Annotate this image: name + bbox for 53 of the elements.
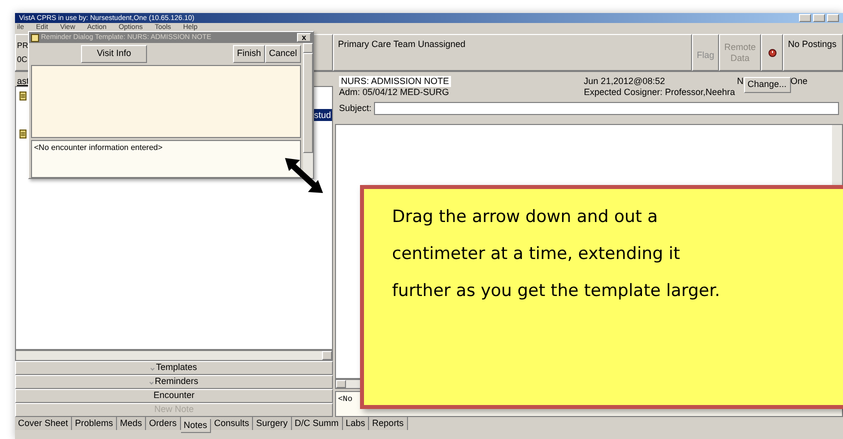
minimize-button[interactable] — [799, 14, 811, 22]
tab[interactable]: Meds — [117, 417, 146, 430]
notebook-icon — [19, 91, 27, 101]
expand-icon — [149, 380, 154, 384]
team-label: Primary Care Team Unassigned — [338, 39, 466, 49]
tab[interactable]: Notes — [180, 419, 212, 433]
horizontal-scrollbar[interactable] — [15, 350, 333, 361]
subject-field[interactable] — [374, 102, 839, 116]
vertical-scrollbar[interactable] — [303, 43, 313, 178]
tab[interactable]: Labs — [342, 417, 370, 430]
tab[interactable]: Cover Sheet — [15, 417, 72, 430]
note-title: NURS: ADMISSION NOTE — [339, 76, 452, 87]
tab[interactable]: Orders — [146, 417, 181, 430]
pane-button[interactable]: Reminders — [15, 375, 333, 389]
encounter-text: <No — [338, 395, 352, 404]
patient-text: 0C — [17, 54, 28, 66]
subject-label: Subject: — [339, 102, 372, 115]
tab[interactable]: Reports — [369, 417, 408, 430]
encounter-text: <No encounter information entered> — [34, 143, 163, 152]
scroll-right-button[interactable] — [322, 351, 332, 360]
template-area[interactable] — [31, 65, 301, 138]
scroll-left-button[interactable] — [336, 380, 346, 388]
author-text: N — [737, 76, 744, 87]
tab[interactable]: Consults — [211, 417, 254, 430]
tab[interactable]: D/C Summ — [292, 417, 343, 430]
patient-text: PR — [17, 40, 28, 52]
notebook-icon — [19, 129, 27, 139]
pane-button[interactable]: Encounter — [15, 389, 333, 403]
callout-text: Drag the arrow down and out a centimeter at a time, extending it further as you get the template larger. — [392, 206, 722, 303]
postings-label: No Postings — [788, 39, 837, 49]
scroll-up-button[interactable] — [303, 43, 313, 53]
close-button[interactable]: x — [297, 33, 311, 42]
cosigner-text: Expected Cosigner: Professor,Neehra — [584, 87, 735, 98]
tab[interactable]: Problems — [72, 417, 118, 430]
maximize-button[interactable] — [813, 14, 825, 22]
tab-label[interactable]: ast — [17, 77, 30, 86]
scroll-thumb[interactable] — [303, 53, 313, 153]
dialog-button[interactable]: Finish — [232, 45, 265, 63]
close-button[interactable] — [827, 14, 839, 22]
dialog-button[interactable]: Visit Info — [81, 45, 147, 63]
dialog-button[interactable]: Cancel — [264, 45, 301, 63]
note-date: Jun 21,2012@08:52 — [584, 76, 665, 87]
notepad-icon — [31, 34, 39, 42]
pane-button[interactable]: Templates — [15, 361, 333, 375]
team-panel[interactable]: Primary Care Team Unassigned — [333, 34, 692, 71]
admission-text: Adm: 05/04/12 MED-SURG — [339, 87, 450, 98]
change-button[interactable]: Change... — [744, 77, 791, 93]
tab[interactable]: Surgery — [253, 417, 292, 430]
postings-panel[interactable]: No Postings — [783, 34, 843, 71]
resize-arrow-icon — [283, 157, 325, 195]
author-text: One — [790, 76, 808, 87]
alarm-clock-icon[interactable] — [768, 48, 776, 57]
expand-icon — [150, 366, 155, 370]
